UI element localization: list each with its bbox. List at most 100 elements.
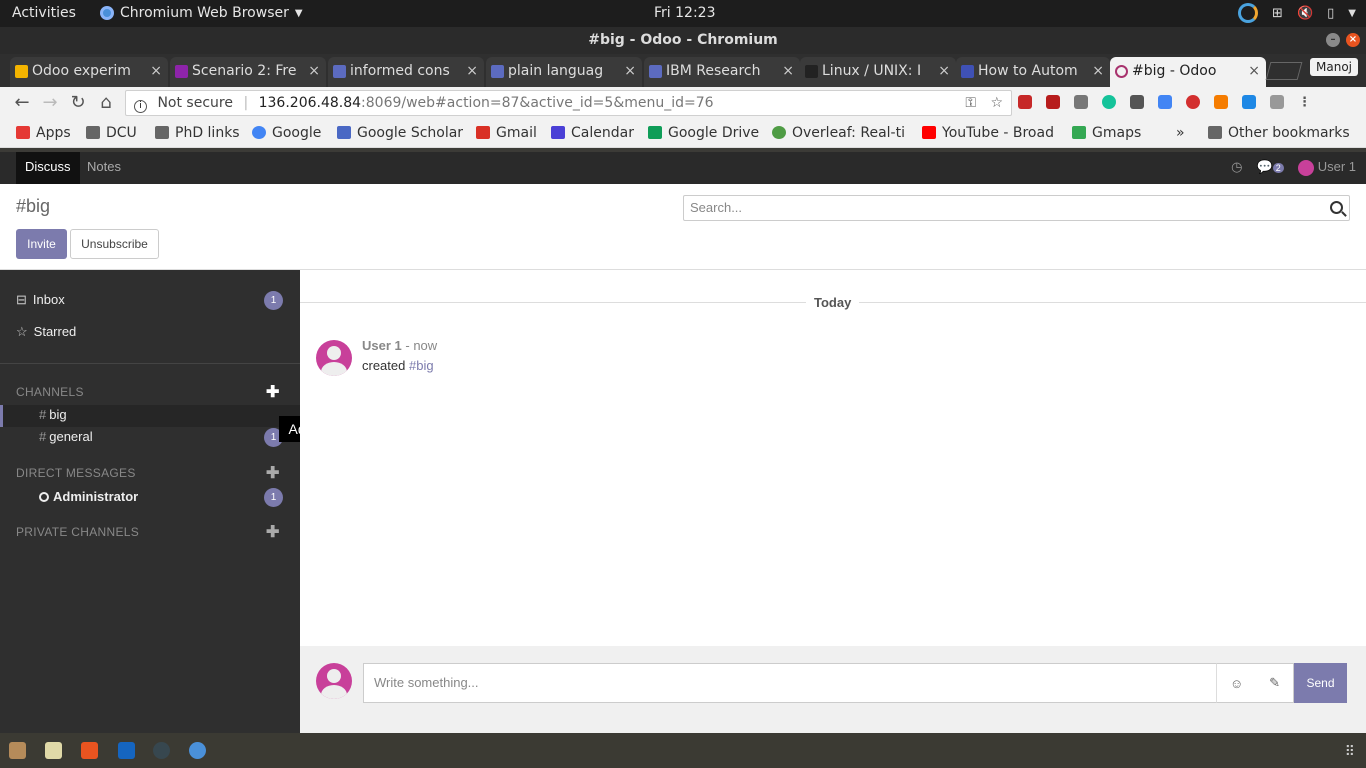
bookmark-drive[interactable]: Google Drive [648, 125, 759, 141]
browser-tab[interactable]: How to Autom × [956, 57, 1110, 87]
messages-icon[interactable]: 💬 2 [1257, 159, 1284, 175]
extension-icon[interactable] [1046, 95, 1060, 109]
sidebar-item-channel-big[interactable]: # big [0, 405, 300, 427]
system-tray[interactable]: ⊞ 🔇 ▯ ▼ [1238, 3, 1356, 23]
message-thread: Today User 1 - now created #big [300, 270, 1366, 646]
avatar[interactable] [316, 340, 352, 376]
menu-kebab-icon[interactable]: ⋮ [1298, 95, 1311, 110]
files-icon[interactable] [9, 742, 26, 759]
star-icon[interactable]: ☆ [990, 95, 1003, 111]
private-channels-header[interactable]: PRIVATE CHANNELS [16, 525, 139, 539]
extension-icons: ⋮ [1018, 95, 1311, 110]
translate-icon[interactable] [1158, 95, 1172, 109]
inbox-icon: ⊟ [16, 292, 27, 307]
overleaf-icon [772, 126, 786, 139]
bookmark-folder-dcu[interactable]: DCU [86, 125, 137, 141]
bookmark-youtube[interactable]: YouTube - Broad [922, 125, 1060, 141]
inbox-count-badge: 1 [264, 291, 283, 310]
browser-tab[interactable]: informed cons × [328, 57, 484, 87]
search-placeholder: Search... [690, 200, 743, 215]
close-tab-icon[interactable]: × [624, 63, 636, 79]
show-apps-icon[interactable]: ⠿ [1345, 744, 1355, 760]
address-bar[interactable]: i Not secure | 136.206.48.84:8069/web#ac… [125, 90, 1012, 116]
app-icon[interactable] [153, 742, 170, 759]
close-icon[interactable]: × [1346, 33, 1360, 47]
other-bookmarks[interactable]: Other bookmarks [1208, 125, 1350, 141]
search-icon[interactable] [1330, 201, 1343, 214]
back-icon[interactable]: ← [12, 93, 32, 113]
channels-header[interactable]: CHANNELS [16, 385, 84, 399]
menu-notes[interactable]: Notes [78, 152, 130, 184]
bookmark-gmaps[interactable]: Gmaps [1072, 125, 1141, 141]
date-separator: Today [806, 295, 860, 310]
chromium-icon [100, 6, 114, 20]
grammarly-icon[interactable] [1102, 95, 1116, 109]
add-channel-icon[interactable]: ✚ [266, 382, 279, 402]
key-icon[interactable]: ⚿ [965, 95, 976, 111]
close-tab-icon[interactable]: × [150, 63, 162, 79]
browser-tab[interactable]: Linux / UNIX: I × [800, 57, 956, 87]
forward-icon[interactable]: → [40, 93, 60, 113]
extension-icon[interactable] [1270, 95, 1284, 109]
vscode-icon[interactable] [118, 742, 135, 759]
bookmark-gmail[interactable]: Gmail [476, 125, 537, 141]
close-tab-icon[interactable]: × [308, 63, 320, 79]
invite-button[interactable]: Invite [16, 229, 67, 259]
activity-clock-icon[interactable]: ◷ [1231, 159, 1242, 175]
menu-discuss[interactable]: Discuss [16, 152, 80, 184]
minimize-icon[interactable]: – [1326, 33, 1340, 47]
clock[interactable]: Fri 12:23 [654, 5, 715, 21]
close-tab-icon[interactable]: × [782, 63, 794, 79]
app-menu[interactable]: Chromium Web Browser ▼ [100, 5, 303, 21]
browser-tab[interactable]: Odoo experim × [10, 57, 168, 87]
discuss-sidebar: ⊟ Inbox 1 ☆ Starred CHANNELS ✚ # big # gener… [0, 270, 300, 733]
sidebar-item-channel-general[interactable]: # general [0, 427, 300, 449]
add-dm-icon[interactable]: ✚ [266, 463, 279, 483]
extension-icon[interactable] [1214, 95, 1228, 109]
notes-app-icon[interactable] [45, 742, 62, 759]
bookmark-overleaf[interactable]: Overleaf: Real-ti [772, 125, 912, 141]
profile-button[interactable]: Manoj [1310, 58, 1358, 76]
browser-tab[interactable]: Scenario 2: Fre × [170, 57, 326, 87]
close-tab-icon[interactable]: × [1092, 63, 1104, 79]
activities-button[interactable]: Activities [12, 5, 76, 21]
close-tab-icon[interactable]: × [938, 63, 950, 79]
bookmark-google[interactable]: Google [252, 125, 321, 141]
sidebar-item-inbox[interactable]: ⊟ Inbox [16, 292, 65, 308]
direct-messages-header[interactable]: DIRECT MESSAGES [16, 466, 136, 480]
close-tab-icon[interactable]: × [466, 63, 478, 79]
home-icon[interactable]: ⌂ [96, 93, 116, 113]
status-offline-icon [39, 492, 49, 502]
message-author[interactable]: User 1 [362, 338, 402, 353]
sidebar-item-starred[interactable]: ☆ Starred [16, 324, 76, 340]
reload-icon[interactable]: ↻ [68, 93, 88, 113]
bookmark-apps[interactable]: Apps [16, 125, 71, 141]
chromium-icon[interactable] [189, 742, 206, 759]
bookmark-folder-phd[interactable]: PhD links [155, 125, 240, 141]
software-center-icon[interactable] [81, 742, 98, 759]
close-tab-icon[interactable]: × [1248, 63, 1260, 79]
unsubscribe-button[interactable]: Unsubscribe [70, 229, 159, 259]
browser-tab[interactable]: plain languag × [486, 57, 642, 87]
paperclip-icon[interactable]: ✎ [1269, 675, 1280, 691]
bookmark-calendar[interactable]: Calendar [551, 125, 634, 141]
user-menu[interactable]: User 1 [1297, 159, 1356, 176]
search-input[interactable]: Search... [683, 195, 1350, 221]
browser-tab[interactable]: IBM Research × [644, 57, 800, 87]
bookmark-scholar[interactable]: Google Scholar [337, 125, 463, 141]
emoji-icon[interactable]: ☺ [1230, 676, 1243, 691]
folder-icon [1208, 126, 1222, 139]
sidebar-item-dm-administrator[interactable]: Administrator [39, 489, 138, 504]
channel-link[interactable]: #big [409, 358, 434, 373]
extension-icon[interactable] [1130, 95, 1144, 109]
extension-icon[interactable] [1242, 95, 1256, 109]
add-private-channel-icon[interactable]: ✚ [266, 522, 279, 542]
extension-icon[interactable] [1186, 95, 1200, 109]
extension-icon[interactable] [1074, 95, 1088, 109]
extension-icon[interactable] [1018, 95, 1032, 109]
bookmarks-overflow-button[interactable]: » [1176, 125, 1185, 141]
new-tab-button[interactable] [1265, 62, 1303, 80]
message-input[interactable]: Write something... [363, 663, 1216, 703]
send-button[interactable]: Send [1294, 663, 1347, 703]
browser-tab-active[interactable]: #big - Odoo × [1110, 57, 1266, 87]
